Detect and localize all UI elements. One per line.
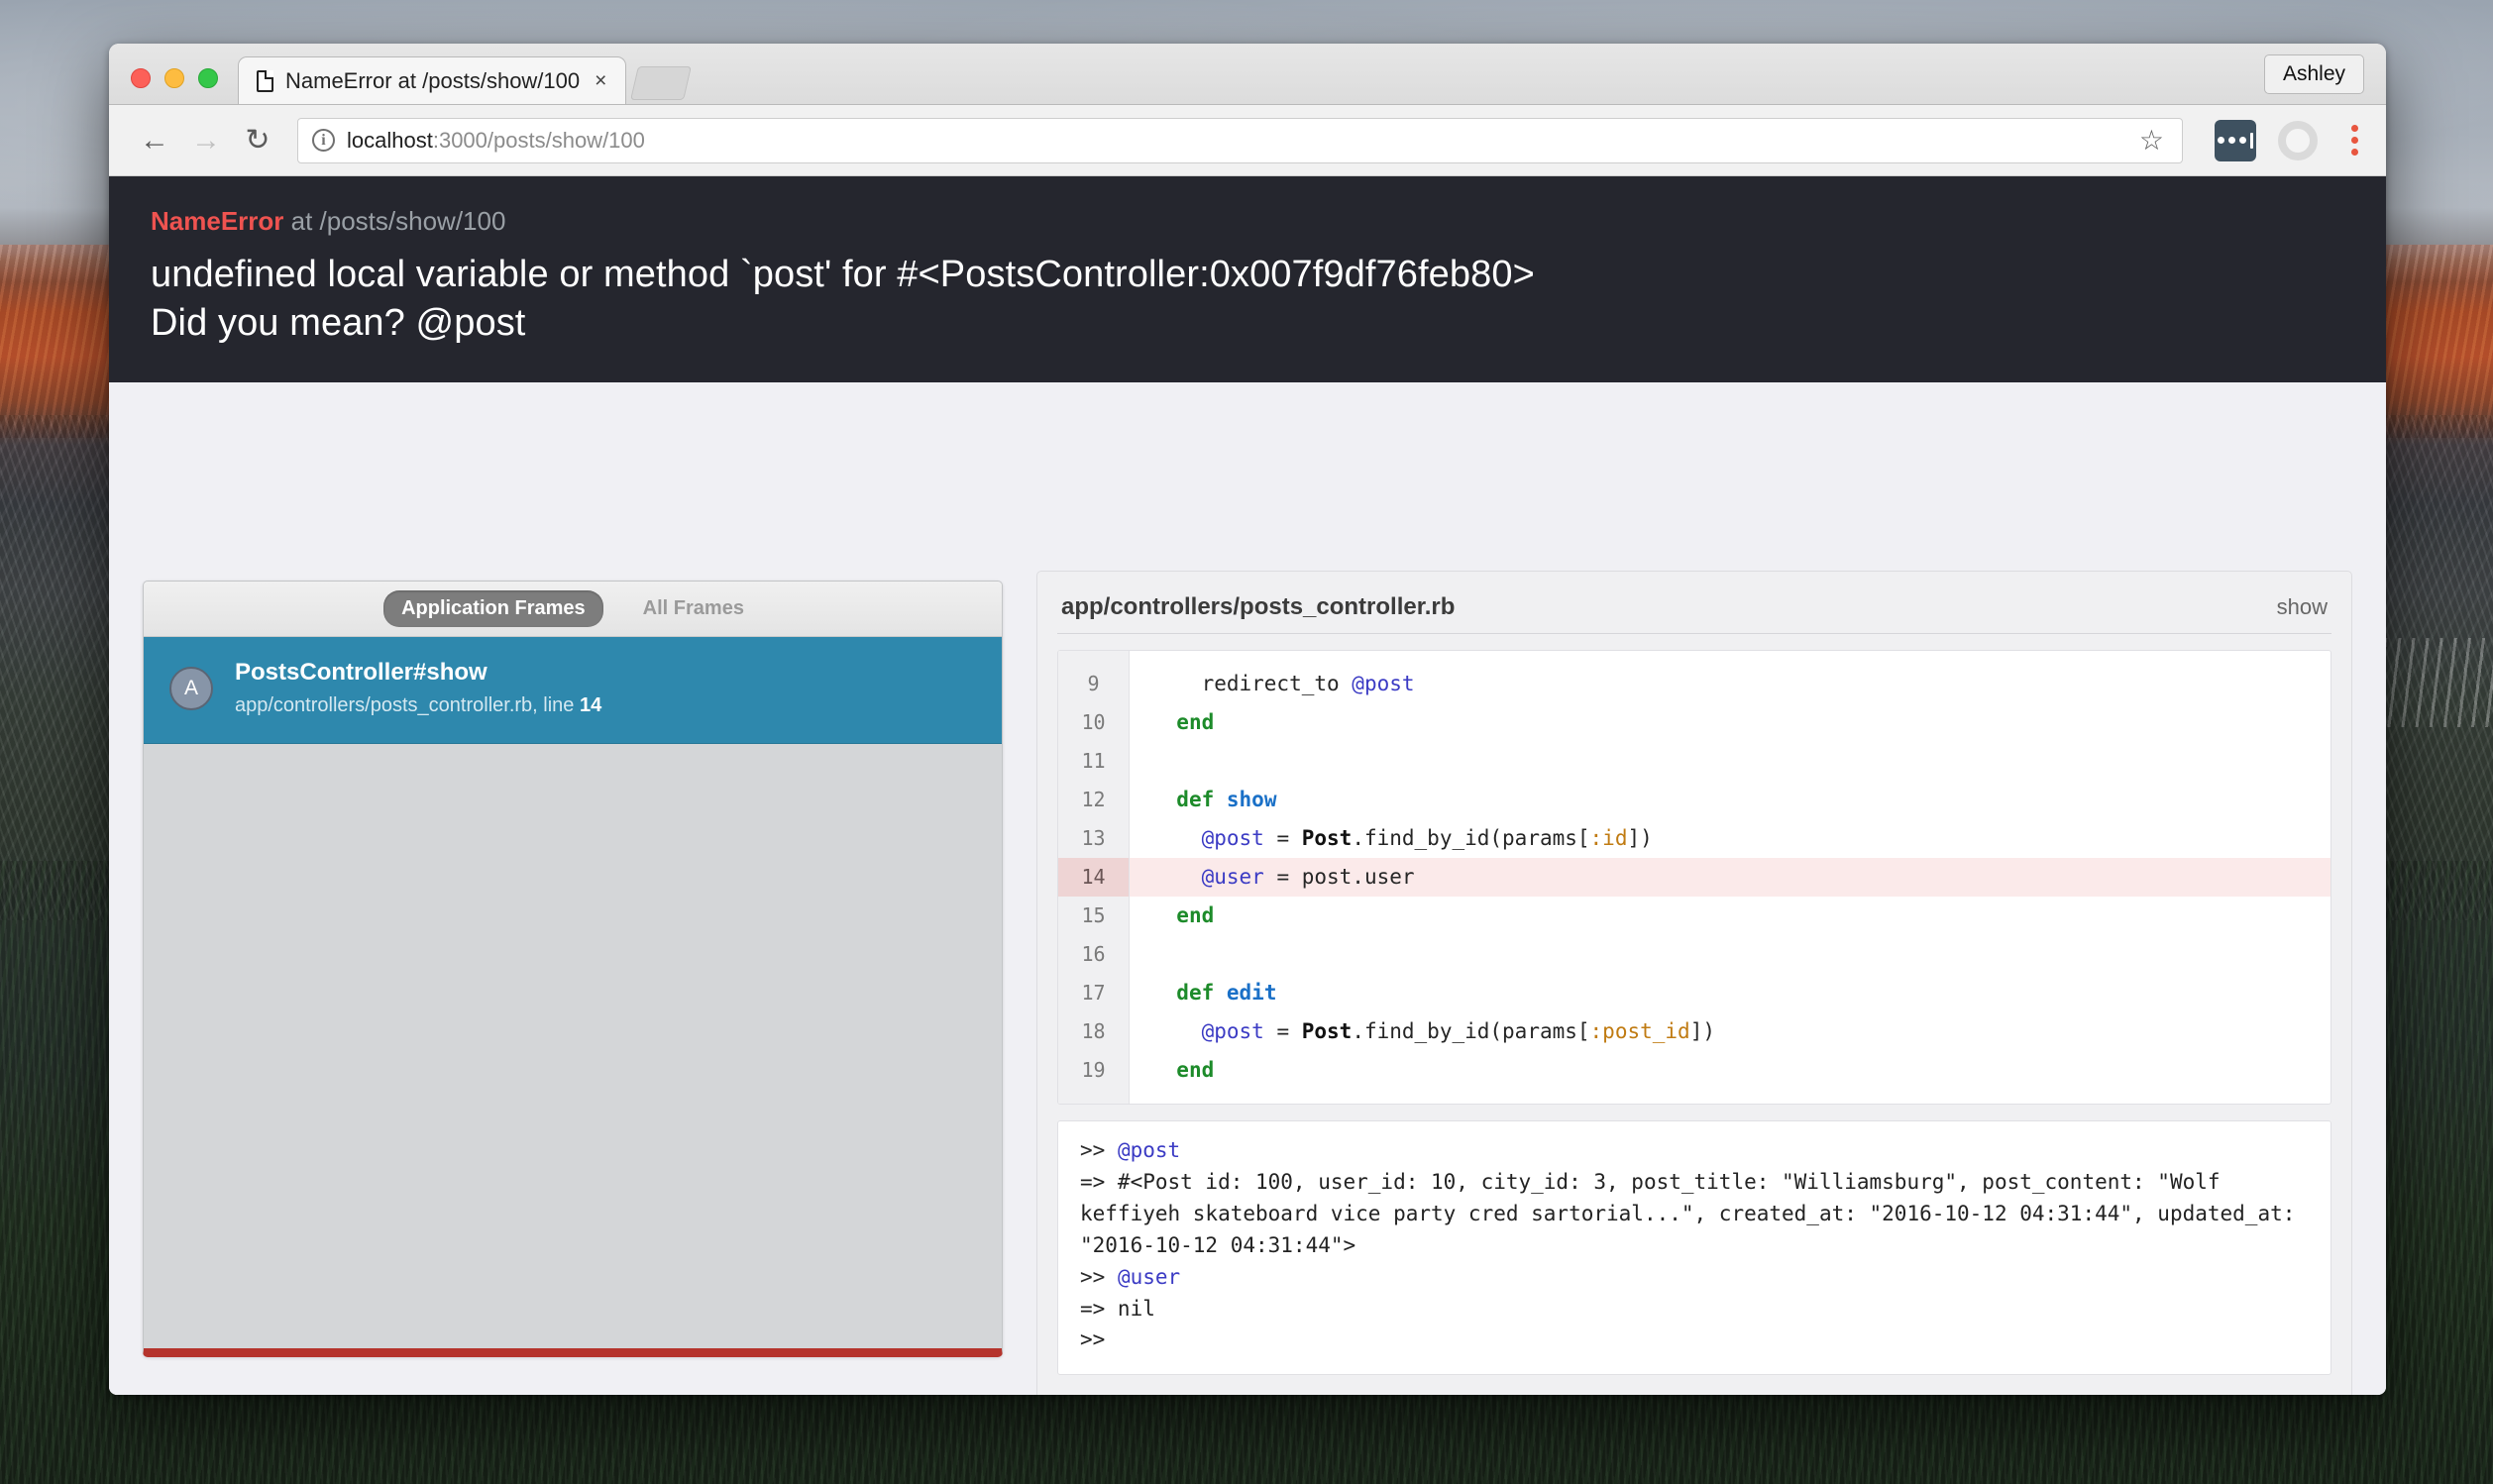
browser-window: NameError at /posts/show/100 × Ashley ← … [109, 44, 2386, 1395]
frame-method-name: PostsController#show [235, 659, 488, 686]
code-line-highlighted: @user = post.user [1130, 858, 2330, 897]
window-controls [109, 68, 234, 104]
frame-list-item[interactable]: A PostsController#show app/controllers/p… [144, 637, 1002, 744]
source-file-path: app/controllers/posts_controller.rb [1061, 593, 1456, 620]
close-tab-icon[interactable]: × [592, 68, 609, 93]
frames-tab-bar: Application Frames All Frames [144, 582, 1002, 637]
line-number-gutter: 9 10 11 12 13 14 15 16 17 18 19 [1058, 651, 1130, 1104]
code-line: def edit [1176, 981, 1277, 1005]
tab-all-frames[interactable]: All Frames [625, 590, 762, 627]
error-message: undefined local variable or method `post… [151, 251, 2344, 347]
backtrace-frames-panel: Application Frames All Frames A PostsCon… [143, 581, 1003, 1357]
gutter-line: 15 [1081, 903, 1106, 927]
source-code-lines: redirect_to @post end def show @post = P… [1130, 651, 2330, 1104]
code-line: @post = Post.find_by_id(params[:id]) [1201, 826, 1653, 850]
profile-button[interactable]: Ashley [2263, 54, 2364, 94]
console-entry: => nil [1080, 1296, 1155, 1321]
gutter-line: 18 [1081, 1019, 1106, 1043]
new-tab-button[interactable] [630, 66, 693, 100]
address-bar[interactable]: i localhost:3000/posts/show/100 ☆ [297, 117, 2183, 163]
page-favicon-icon [257, 69, 273, 92]
console-prompt-input: @post [1117, 1138, 1181, 1162]
code-line: end [1176, 710, 1215, 734]
console-input-caret[interactable]: >> [1080, 1325, 2313, 1356]
gutter-line: 17 [1081, 981, 1106, 1005]
console-prompt-input-2: @user [1117, 1264, 1181, 1289]
source-header: app/controllers/posts_controller.rb show [1057, 589, 2331, 634]
frame-line-number: 14 [579, 694, 602, 716]
gutter-line: 19 [1081, 1058, 1106, 1082]
maximize-window-button[interactable] [198, 68, 218, 88]
gutter-line: 16 [1081, 942, 1106, 966]
bookmark-star-icon[interactable]: ☆ [2139, 124, 2168, 157]
code-line: @post = Post.find_by_id(params[:post_id]… [1201, 1019, 1715, 1043]
gutter-line-highlighted: 14 [1058, 858, 1129, 897]
console-entry: => #<Post id: 100, user_id: 10, city_id:… [1080, 1169, 2309, 1257]
page-viewport: Application Frames All Frames A PostsCon… [109, 176, 2386, 1395]
reload-icon[interactable]: ↻ [236, 119, 279, 162]
error-kind-line: NameError at /posts/show/100 [151, 206, 2344, 237]
gutter-line: 10 [1081, 710, 1106, 734]
source-action-name: show [2276, 594, 2328, 619]
live-shell-hint: This is a live shell. Type in here. [1057, 1375, 2331, 1395]
live-shell-console[interactable]: >> @post => #<Post id: 100, user_id: 10,… [1057, 1120, 2331, 1376]
error-class-name: NameError [151, 206, 284, 236]
minimize-window-button[interactable] [164, 68, 184, 88]
frame-badge: A [169, 666, 213, 710]
forward-icon: → [191, 123, 221, 157]
error-banner: NameError at /posts/show/100 undefined l… [109, 176, 2386, 383]
browser-tab[interactable]: NameError at /posts/show/100 × [238, 56, 627, 104]
source-card: app/controllers/posts_controller.rb show… [1036, 571, 2352, 1395]
chrome-menu-icon[interactable] [2343, 121, 2366, 159]
console-entry: >> @post [1080, 1138, 1181, 1162]
code-line: def show [1176, 788, 1277, 811]
browser-toolbar: ← → ↻ i localhost:3000/posts/show/100 ☆ [109, 105, 2386, 176]
close-window-button[interactable] [131, 68, 151, 88]
gutter-line: 9 [1087, 672, 1100, 695]
url-host: localhost [347, 127, 433, 153]
code-line [1130, 935, 2330, 974]
gutter-line: 11 [1081, 749, 1106, 773]
code-line: end [1176, 903, 1215, 927]
code-line [1130, 742, 2330, 781]
tab-title: NameError at /posts/show/100 [285, 67, 581, 93]
source-code-view: 9 10 11 12 13 14 15 16 17 18 19 redirect… [1057, 650, 2331, 1105]
code-line: redirect_to @post [1151, 672, 1415, 695]
error-message-line-2: Did you mean? @post [151, 301, 526, 344]
tab-strip: NameError at /posts/show/100 × Ashley [109, 44, 2386, 105]
address-bar-url: localhost:3000/posts/show/100 [347, 128, 645, 154]
extension-ring-icon[interactable] [2278, 120, 2318, 160]
frame-location: app/controllers/posts_controller.rb, lin… [235, 694, 601, 717]
console-entry: >> @user [1080, 1264, 1181, 1289]
frame-file: app/controllers/posts_controller.rb, lin… [235, 694, 580, 716]
frame-text: PostsController#show app/controllers/pos… [235, 659, 601, 717]
gutter-line: 13 [1081, 826, 1106, 850]
gutter-line: 12 [1081, 788, 1106, 811]
code-line: end [1176, 1058, 1215, 1082]
error-request-path: at /posts/show/100 [283, 206, 506, 236]
site-info-icon[interactable]: i [312, 129, 335, 152]
back-icon[interactable]: ← [133, 119, 176, 162]
error-message-line-1: undefined local variable or method `post… [151, 254, 1535, 295]
tab-application-frames[interactable]: Application Frames [383, 590, 603, 627]
url-path: :3000/posts/show/100 [432, 127, 645, 153]
password-manager-extension-icon[interactable] [2215, 119, 2256, 161]
